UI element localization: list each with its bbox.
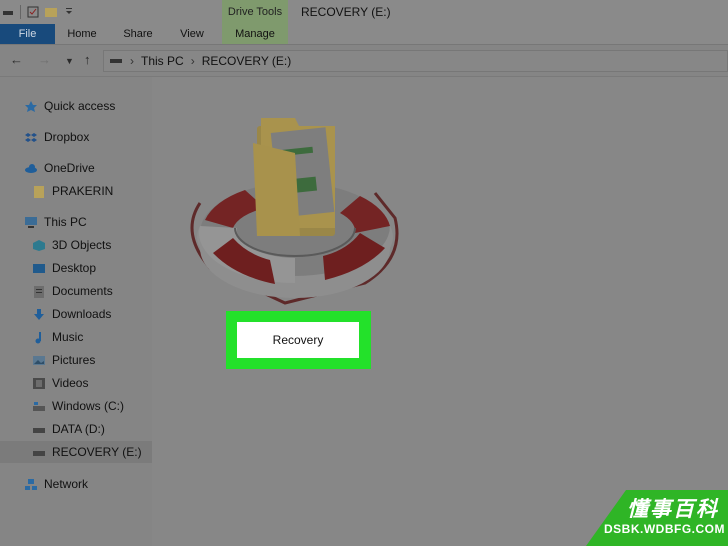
sidebar-item-label: Downloads <box>52 307 112 321</box>
folder-icon <box>32 185 46 198</box>
documents-icon <box>32 285 46 298</box>
sidebar-item-label: This PC <box>44 215 87 229</box>
sidebar-item-videos[interactable]: Videos <box>0 372 152 394</box>
drive-tools-context-tab: Drive Tools <box>222 0 288 24</box>
sidebar-item-label: Quick access <box>44 99 116 113</box>
tab-view[interactable]: View <box>168 24 216 44</box>
sidebar-item-label: Documents <box>52 284 113 298</box>
window-title: RECOVERY (E:) <box>301 5 391 19</box>
sidebar-item-desktop[interactable]: Desktop <box>0 257 152 279</box>
sidebar-item-network[interactable]: Network <box>0 473 152 495</box>
folder-label-recovery[interactable]: Recovery <box>237 322 359 358</box>
windows-drive-icon <box>32 400 46 413</box>
sidebar-item-label: Dropbox <box>44 130 90 144</box>
sidebar-item-label: Network <box>44 477 89 491</box>
cloud-icon <box>24 162 38 175</box>
sidebar-item-recovery-e[interactable]: RECOVERY (E:) <box>0 441 152 463</box>
watermark-url: DSBK.WDBFG.COM <box>604 522 725 536</box>
network-icon <box>24 478 38 491</box>
cube-icon <box>32 239 46 252</box>
new-folder-icon[interactable] <box>45 6 57 18</box>
sidebar-item-label: 3D Objects <box>52 238 112 252</box>
watermark-brand-text: 懂事百科 <box>627 498 719 521</box>
sidebar-item-windows-c[interactable]: Windows (C:) <box>0 395 152 417</box>
breadcrumb-this-pc[interactable]: This PC <box>141 54 184 68</box>
sidebar-item-pictures[interactable]: Pictures <box>0 349 152 371</box>
ribbon-tabs <box>0 24 728 45</box>
music-icon <box>32 331 46 344</box>
address-bar[interactable]: › This PC › RECOVERY (E:) <box>103 50 728 72</box>
sidebar-item-label: Music <box>52 330 84 344</box>
recovery-folder-icon[interactable] <box>175 108 415 308</box>
desktop-icon <box>32 262 46 275</box>
breadcrumb-recovery[interactable]: RECOVERY (E:) <box>202 54 292 68</box>
sidebar-item-quick-access[interactable]: Quick access <box>0 95 152 117</box>
properties-icon[interactable] <box>27 6 39 18</box>
tab-share[interactable]: Share <box>113 24 163 44</box>
drive-icon <box>32 446 46 459</box>
drive-icon <box>32 423 46 436</box>
dropbox-icon <box>24 131 38 144</box>
sidebar-item-label: Desktop <box>52 261 97 275</box>
tab-manage[interactable]: Manage <box>222 24 288 44</box>
chevron-right-icon: › <box>190 54 195 68</box>
videos-icon <box>32 377 46 390</box>
forward-arrow-icon[interactable]: → <box>38 52 51 67</box>
sidebar-item-label: Windows (C:) <box>52 399 125 413</box>
sidebar-item-documents[interactable]: Documents <box>0 280 152 302</box>
divider <box>20 5 21 19</box>
sidebar-item-data-d[interactable]: DATA (D:) <box>0 418 152 440</box>
sidebar-item-label: Pictures <box>52 353 96 367</box>
sidebar-item-onedrive[interactable]: OneDrive <box>0 157 152 179</box>
navigation-pane: Quick access Dropbox OneDrive PRAKERIN T… <box>0 77 152 546</box>
download-icon <box>32 308 46 321</box>
back-arrow-icon[interactable]: ← <box>10 52 23 67</box>
quick-access-toolbar <box>0 0 75 24</box>
tab-file[interactable]: File <box>0 24 55 44</box>
sidebar-item-label: PRAKERIN <box>52 184 114 198</box>
sidebar-item-3d-objects[interactable]: 3D Objects <box>0 234 152 256</box>
sidebar-item-label: OneDrive <box>44 161 95 175</box>
up-arrow-icon[interactable]: ↑ <box>84 52 91 67</box>
star-icon <box>24 100 38 113</box>
computer-icon <box>24 216 38 229</box>
sidebar-item-prakerin[interactable]: PRAKERIN <box>0 180 152 202</box>
pictures-icon <box>32 354 46 367</box>
tab-home[interactable]: Home <box>58 24 106 44</box>
recent-locations-icon[interactable]: ▼ <box>65 56 74 66</box>
sidebar-item-label: RECOVERY (E:) <box>52 445 142 459</box>
customize-toolbar-icon[interactable] <box>63 6 75 18</box>
sidebar-item-label: Videos <box>52 376 89 390</box>
sidebar-item-this-pc[interactable]: This PC <box>0 211 152 233</box>
sidebar-item-dropbox[interactable]: Dropbox <box>0 126 152 148</box>
sidebar-item-downloads[interactable]: Downloads <box>0 303 152 325</box>
drive-icon[interactable] <box>2 6 14 18</box>
sidebar-item-music[interactable]: Music <box>0 326 152 348</box>
sidebar-item-label: DATA (D:) <box>52 422 105 436</box>
chevron-right-icon: › <box>130 54 134 68</box>
drive-icon <box>109 54 123 68</box>
